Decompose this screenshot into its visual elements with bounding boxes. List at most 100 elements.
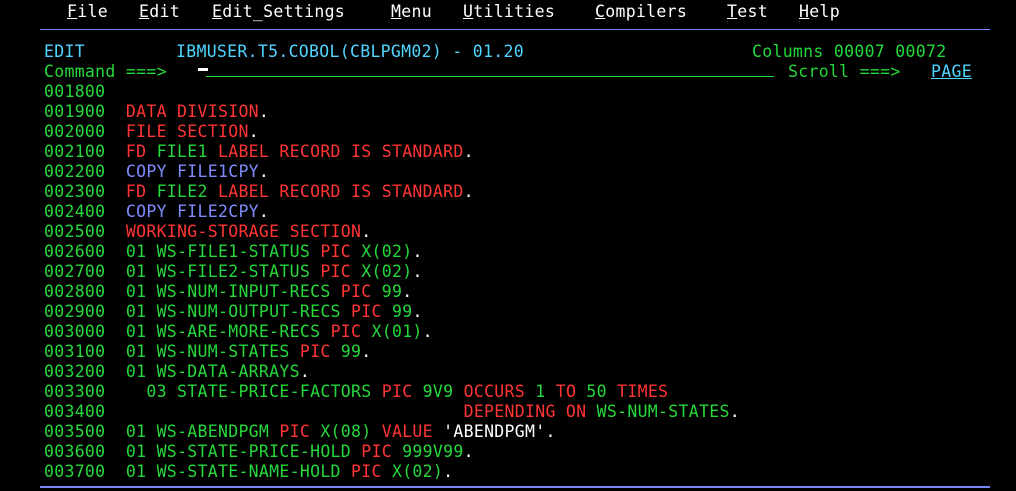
code-token: PIC (361, 442, 403, 461)
line-code[interactable]: 01 WS-DATA-ARRAYS. (126, 362, 310, 381)
source-line[interactable]: 002800 01 WS-NUM-INPUT-RECS PIC 99. (44, 282, 412, 302)
menu-test[interactable]: Test (727, 2, 768, 22)
code-token: TIMES (617, 382, 669, 401)
code-token: . (258, 202, 270, 221)
source-line[interactable]: 003600 01 WS-STATE-PRICE-HOLD PIC 999V99… (44, 442, 474, 462)
source-line[interactable]: 002500 WORKING-STORAGE SECTION. (44, 222, 372, 242)
code-token: . (361, 222, 372, 241)
code-token: 99 (391, 302, 413, 321)
line-number[interactable]: 003300 (44, 382, 105, 401)
line-code[interactable]: FD FILE1 LABEL RECORD IS STANDARD. (126, 142, 474, 161)
code-token: TO (555, 382, 587, 401)
source-line[interactable]: 003700 01 WS-STATE-NAME-HOLD PIC X(02). (44, 462, 453, 482)
line-code[interactable]: 01 WS-NUM-OUTPUT-RECS PIC 99. (126, 302, 423, 321)
line-code[interactable]: 01 WS-ARE-MORE-RECS PIC X(01). (126, 322, 433, 341)
line-number[interactable]: 002800 (44, 282, 105, 301)
line-number[interactable]: 002400 (44, 202, 105, 221)
line-code[interactable]: 01 WS-NUM-STATES PIC 99. (126, 342, 372, 361)
source-line[interactable]: 002300 FD FILE2 LABEL RECORD IS STANDARD… (44, 182, 474, 202)
code-token: PIC (330, 322, 372, 341)
line-number[interactable]: 002300 (44, 182, 105, 201)
line-number[interactable]: 001900 (44, 102, 105, 121)
line-number[interactable]: 002000 (44, 122, 105, 141)
text-cursor (198, 68, 208, 71)
columns-end: 00072 (895, 42, 947, 61)
line-code[interactable]: DEPENDING ON WS-NUM-STATES. (126, 402, 740, 421)
menu-separator (40, 29, 990, 30)
line-number[interactable]: 002600 (44, 242, 105, 261)
line-code[interactable]: 01 WS-FILE1-STATUS PIC X(02). (126, 242, 423, 261)
line-number[interactable]: 003100 (44, 342, 105, 361)
code-token: . (412, 302, 423, 321)
source-line[interactable]: 003500 01 WS-ABENDPGM PIC X(08) VALUE 'A… (44, 422, 556, 442)
code-token: DATA DIVISION (125, 102, 259, 121)
line-code[interactable]: COPY FILE1CPY. (126, 162, 269, 181)
line-code[interactable]: 01 WS-STATE-PRICE-HOLD PIC 999V99. (126, 442, 474, 461)
code-token: . (443, 462, 454, 481)
source-line[interactable]: 001800 (44, 82, 126, 102)
source-line[interactable]: 002700 01 WS-FILE2-STATUS PIC X(02). (44, 262, 423, 282)
source-line[interactable]: 003300 03 STATE-PRICE-FACTORS PIC 9V9 OC… (44, 382, 668, 402)
line-code[interactable]: FILE SECTION. (126, 122, 259, 141)
code-token: OCCURS (463, 382, 536, 401)
source-line[interactable]: 002900 01 WS-NUM-OUTPUT-RECS PIC 99. (44, 302, 423, 322)
code-token: PIC (381, 382, 423, 401)
source-line[interactable]: 002600 01 WS-FILE1-STATUS PIC X(02). (44, 242, 423, 262)
line-number[interactable]: 002500 (44, 222, 105, 241)
code-token: . (258, 102, 270, 121)
source-line[interactable]: 002100 FD FILE1 LABEL RECORD IS STANDARD… (44, 142, 474, 162)
line-code[interactable]: DATA DIVISION. (126, 102, 269, 121)
source-line[interactable]: 002400 COPY FILE2CPY. (44, 202, 269, 222)
line-number[interactable]: 003700 (44, 462, 105, 481)
bottom-separator (40, 486, 990, 488)
code-token: LABEL RECORD IS STANDARD (217, 142, 464, 161)
line-number[interactable]: 003000 (44, 322, 105, 341)
code-token: . (545, 422, 556, 441)
source-line[interactable]: 002200 COPY FILE1CPY. (44, 162, 269, 182)
menu-compilers[interactable]: Compilers (595, 2, 687, 22)
line-number[interactable]: 002200 (44, 162, 105, 181)
menu-utilities[interactable]: Utilities (463, 2, 555, 22)
line-number[interactable]: 003600 (44, 442, 105, 461)
code-token: 01 WS-DATA-ARRAYS (125, 362, 300, 381)
source-line[interactable]: 003100 01 WS-NUM-STATES PIC 99. (44, 342, 372, 362)
scroll-amount-field[interactable]: PAGE (931, 62, 972, 82)
line-code[interactable]: FD FILE2 LABEL RECORD IS STANDARD. (126, 182, 474, 201)
line-number[interactable]: 003500 (44, 422, 105, 441)
line-code[interactable]: 01 WS-FILE2-STATUS PIC X(02). (126, 262, 423, 281)
line-code[interactable]: 03 STATE-PRICE-FACTORS PIC 9V9 OCCURS 1 … (126, 382, 668, 401)
code-token: . (402, 282, 413, 301)
line-code[interactable]: 01 WS-STATE-NAME-HOLD PIC X(02). (126, 462, 454, 481)
line-number[interactable]: 002900 (44, 302, 105, 321)
code-token: 01 WS-STATE-PRICE-HOLD (125, 442, 362, 461)
menu-menu[interactable]: Menu (391, 2, 432, 22)
command-input-underline[interactable] (206, 76, 774, 77)
line-code[interactable]: COPY FILE2CPY. (126, 202, 269, 221)
menu-help[interactable]: Help (799, 2, 840, 22)
line-code[interactable]: WORKING-STORAGE SECTION. (126, 222, 372, 241)
code-token: 1 (535, 382, 556, 401)
line-number[interactable]: 003400 (44, 402, 105, 421)
menu-edit[interactable]: Edit (139, 2, 180, 22)
line-number[interactable]: 002100 (44, 142, 105, 161)
line-number[interactable]: 003200 (44, 362, 105, 381)
code-token: LABEL RECORD IS STANDARD (217, 182, 464, 201)
code-token: X(01) (371, 322, 423, 341)
line-code[interactable]: 01 WS-ABENDPGM PIC X(08) VALUE 'ABENDPGM… (126, 422, 556, 441)
source-line[interactable]: 003000 01 WS-ARE-MORE-RECS PIC X(01). (44, 322, 433, 342)
source-line[interactable]: 003400 DEPENDING ON WS-NUM-STATES. (44, 402, 740, 422)
source-line[interactable]: 003200 01 WS-DATA-ARRAYS. (44, 362, 310, 382)
line-code[interactable]: 01 WS-NUM-INPUT-RECS PIC 99. (126, 282, 413, 301)
source-line[interactable]: 002000 FILE SECTION. (44, 122, 259, 142)
menu-edit-settings[interactable]: Edit_Settings (212, 2, 345, 22)
menu-file[interactable]: File (67, 2, 108, 22)
line-number[interactable]: 001800 (44, 82, 105, 101)
code-token: 01 WS-FILE1-STATUS (125, 242, 321, 261)
source-line[interactable]: 001900 DATA DIVISION. (44, 102, 269, 122)
line-number[interactable]: 002700 (44, 262, 105, 281)
